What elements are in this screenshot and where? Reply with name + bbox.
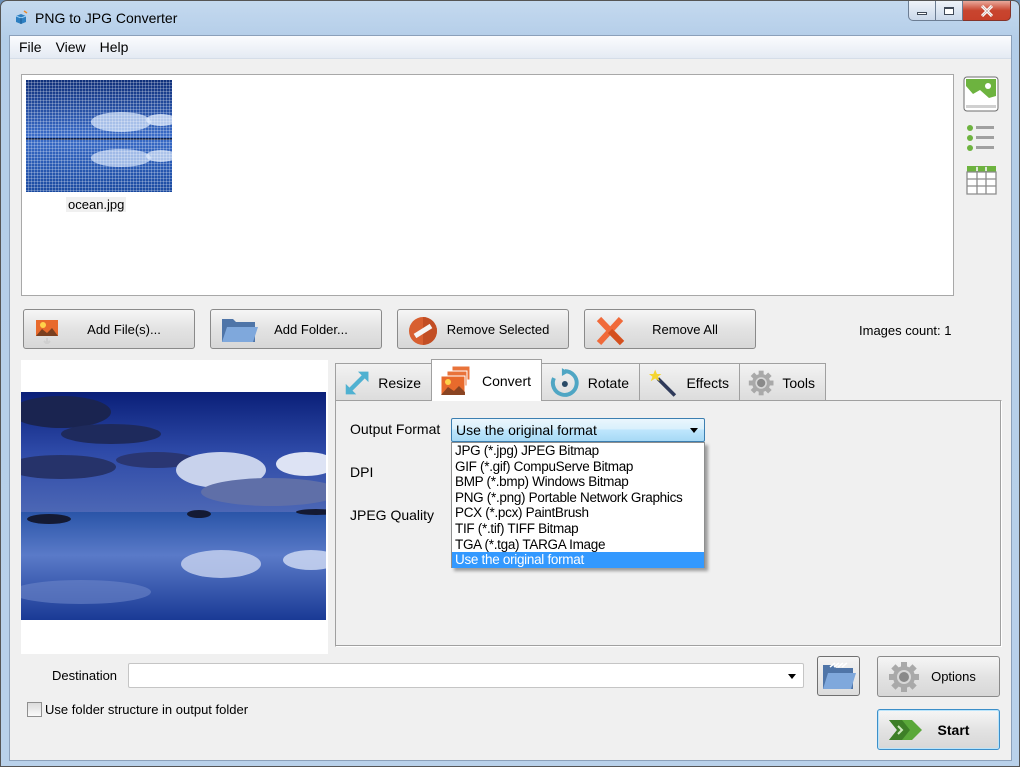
use-folder-structure-label: Use folder structure in output folder xyxy=(45,702,249,717)
format-option[interactable]: PNG (*.png) Portable Network Graphics xyxy=(452,490,704,506)
format-option[interactable]: TGA (*.tga) TARGA Image xyxy=(452,537,704,553)
tab-resize[interactable]: Resize xyxy=(335,363,432,401)
options-button[interactable]: Options xyxy=(877,656,1000,697)
file-thumbnail[interactable] xyxy=(26,80,172,192)
remove-selected-label: Remove Selected xyxy=(446,321,550,337)
file-list[interactable]: ocean.jpg xyxy=(21,74,954,296)
start-label: Start xyxy=(937,721,970,738)
window-title: PNG to JPG Converter xyxy=(35,10,178,26)
format-option[interactable]: Use the original format xyxy=(452,552,704,568)
menu-help[interactable]: Help xyxy=(93,36,136,59)
app-window: PNG to JPG Converter File View Help ocea… xyxy=(0,0,1020,767)
use-folder-structure-checkbox[interactable]: Use folder structure in output folder xyxy=(27,702,248,717)
dpi-label: DPI xyxy=(350,464,374,480)
checkbox-box[interactable] xyxy=(27,702,42,717)
options-label: Options xyxy=(931,669,976,684)
remove-all-label: Remove All xyxy=(652,321,718,337)
magic-wand-icon xyxy=(648,369,677,397)
tab-rotate[interactable]: Rotate xyxy=(541,363,640,401)
list-icon[interactable] xyxy=(963,122,999,154)
open-folder-icon xyxy=(822,662,856,689)
tab-convert-label: Convert xyxy=(481,372,531,389)
convert-icon xyxy=(440,365,471,395)
remove-all-button[interactable]: Remove All xyxy=(584,309,756,349)
output-format-dropdown: JPG (*.jpg) JPEG Bitmap GIF (*.gif) Compu… xyxy=(451,442,705,568)
tab-bar: Resize Convert Rotate Effects Tools xyxy=(335,359,826,401)
image-preview xyxy=(21,360,328,654)
destination-input[interactable] xyxy=(128,663,804,688)
close-icon xyxy=(980,4,993,17)
browse-destination-button[interactable] xyxy=(817,656,860,696)
format-option[interactable]: GIF (*.gif) CompuServe Bitmap xyxy=(452,459,704,475)
maximize-icon xyxy=(944,6,954,15)
rotate-icon xyxy=(550,367,579,397)
file-name-label: ocean.jpg xyxy=(66,197,127,212)
tab-convert[interactable]: Convert xyxy=(431,359,542,401)
add-folder-button[interactable]: Add Folder... xyxy=(210,309,382,349)
tab-rotate-label: Rotate xyxy=(587,374,629,391)
chevron-down-icon xyxy=(690,428,698,433)
close-button[interactable] xyxy=(963,1,1011,21)
maximize-button[interactable] xyxy=(936,1,963,21)
remove-selected-button[interactable]: Remove Selected xyxy=(397,309,569,349)
resize-icon xyxy=(345,371,369,394)
gear-icon xyxy=(748,370,774,395)
client-area: File View Help ocean.jpg Add File(s)... … xyxy=(9,35,1012,761)
tab-tools[interactable]: Tools xyxy=(739,363,826,401)
minimize-icon xyxy=(917,11,927,15)
chevron-down-icon[interactable] xyxy=(788,674,796,679)
tab-resize-label: Resize xyxy=(378,374,421,391)
format-option[interactable]: TIF (*.tif) TIFF Bitmap xyxy=(452,521,704,537)
output-format-select[interactable]: Use the original format xyxy=(451,418,705,442)
destination-label: Destination xyxy=(52,668,118,683)
images-count: Images count: 1 xyxy=(859,323,952,338)
add-files-label: Add File(s)... xyxy=(87,321,161,337)
add-folder-label: Add Folder... xyxy=(274,321,348,337)
tab-effects-label: Effects xyxy=(686,374,729,391)
jpeg-quality-label: JPEG Quality xyxy=(350,507,435,523)
menu-view[interactable]: View xyxy=(49,36,93,59)
preview-image xyxy=(21,392,326,620)
add-files-button[interactable]: Add File(s)... xyxy=(23,309,195,349)
format-option[interactable]: BMP (*.bmp) Windows Bitmap xyxy=(452,474,704,490)
image-icon[interactable] xyxy=(963,76,999,112)
start-button[interactable]: Start xyxy=(877,709,1000,750)
table-icon[interactable] xyxy=(963,164,999,196)
image-thumbnail xyxy=(26,80,172,192)
tab-tools-label: Tools xyxy=(782,374,815,391)
menu-bar: File View Help xyxy=(10,36,1011,59)
format-option[interactable]: PCX (*.pcx) PaintBrush xyxy=(452,505,704,521)
title-bar[interactable]: PNG to JPG Converter xyxy=(1,1,1019,35)
tab-effects[interactable]: Effects xyxy=(639,363,740,401)
minimize-button[interactable] xyxy=(908,1,936,21)
view-mode-switcher xyxy=(963,76,999,206)
menu-file[interactable]: File xyxy=(12,36,49,59)
output-format-label: Output Format xyxy=(350,421,441,437)
format-option[interactable]: JPG (*.jpg) JPEG Bitmap xyxy=(452,443,704,459)
output-format-value: Use the original format xyxy=(456,422,597,438)
convert-panel: Output Format DPI JPEG Quality Use the o… xyxy=(335,400,1002,647)
app-icon xyxy=(15,10,28,24)
